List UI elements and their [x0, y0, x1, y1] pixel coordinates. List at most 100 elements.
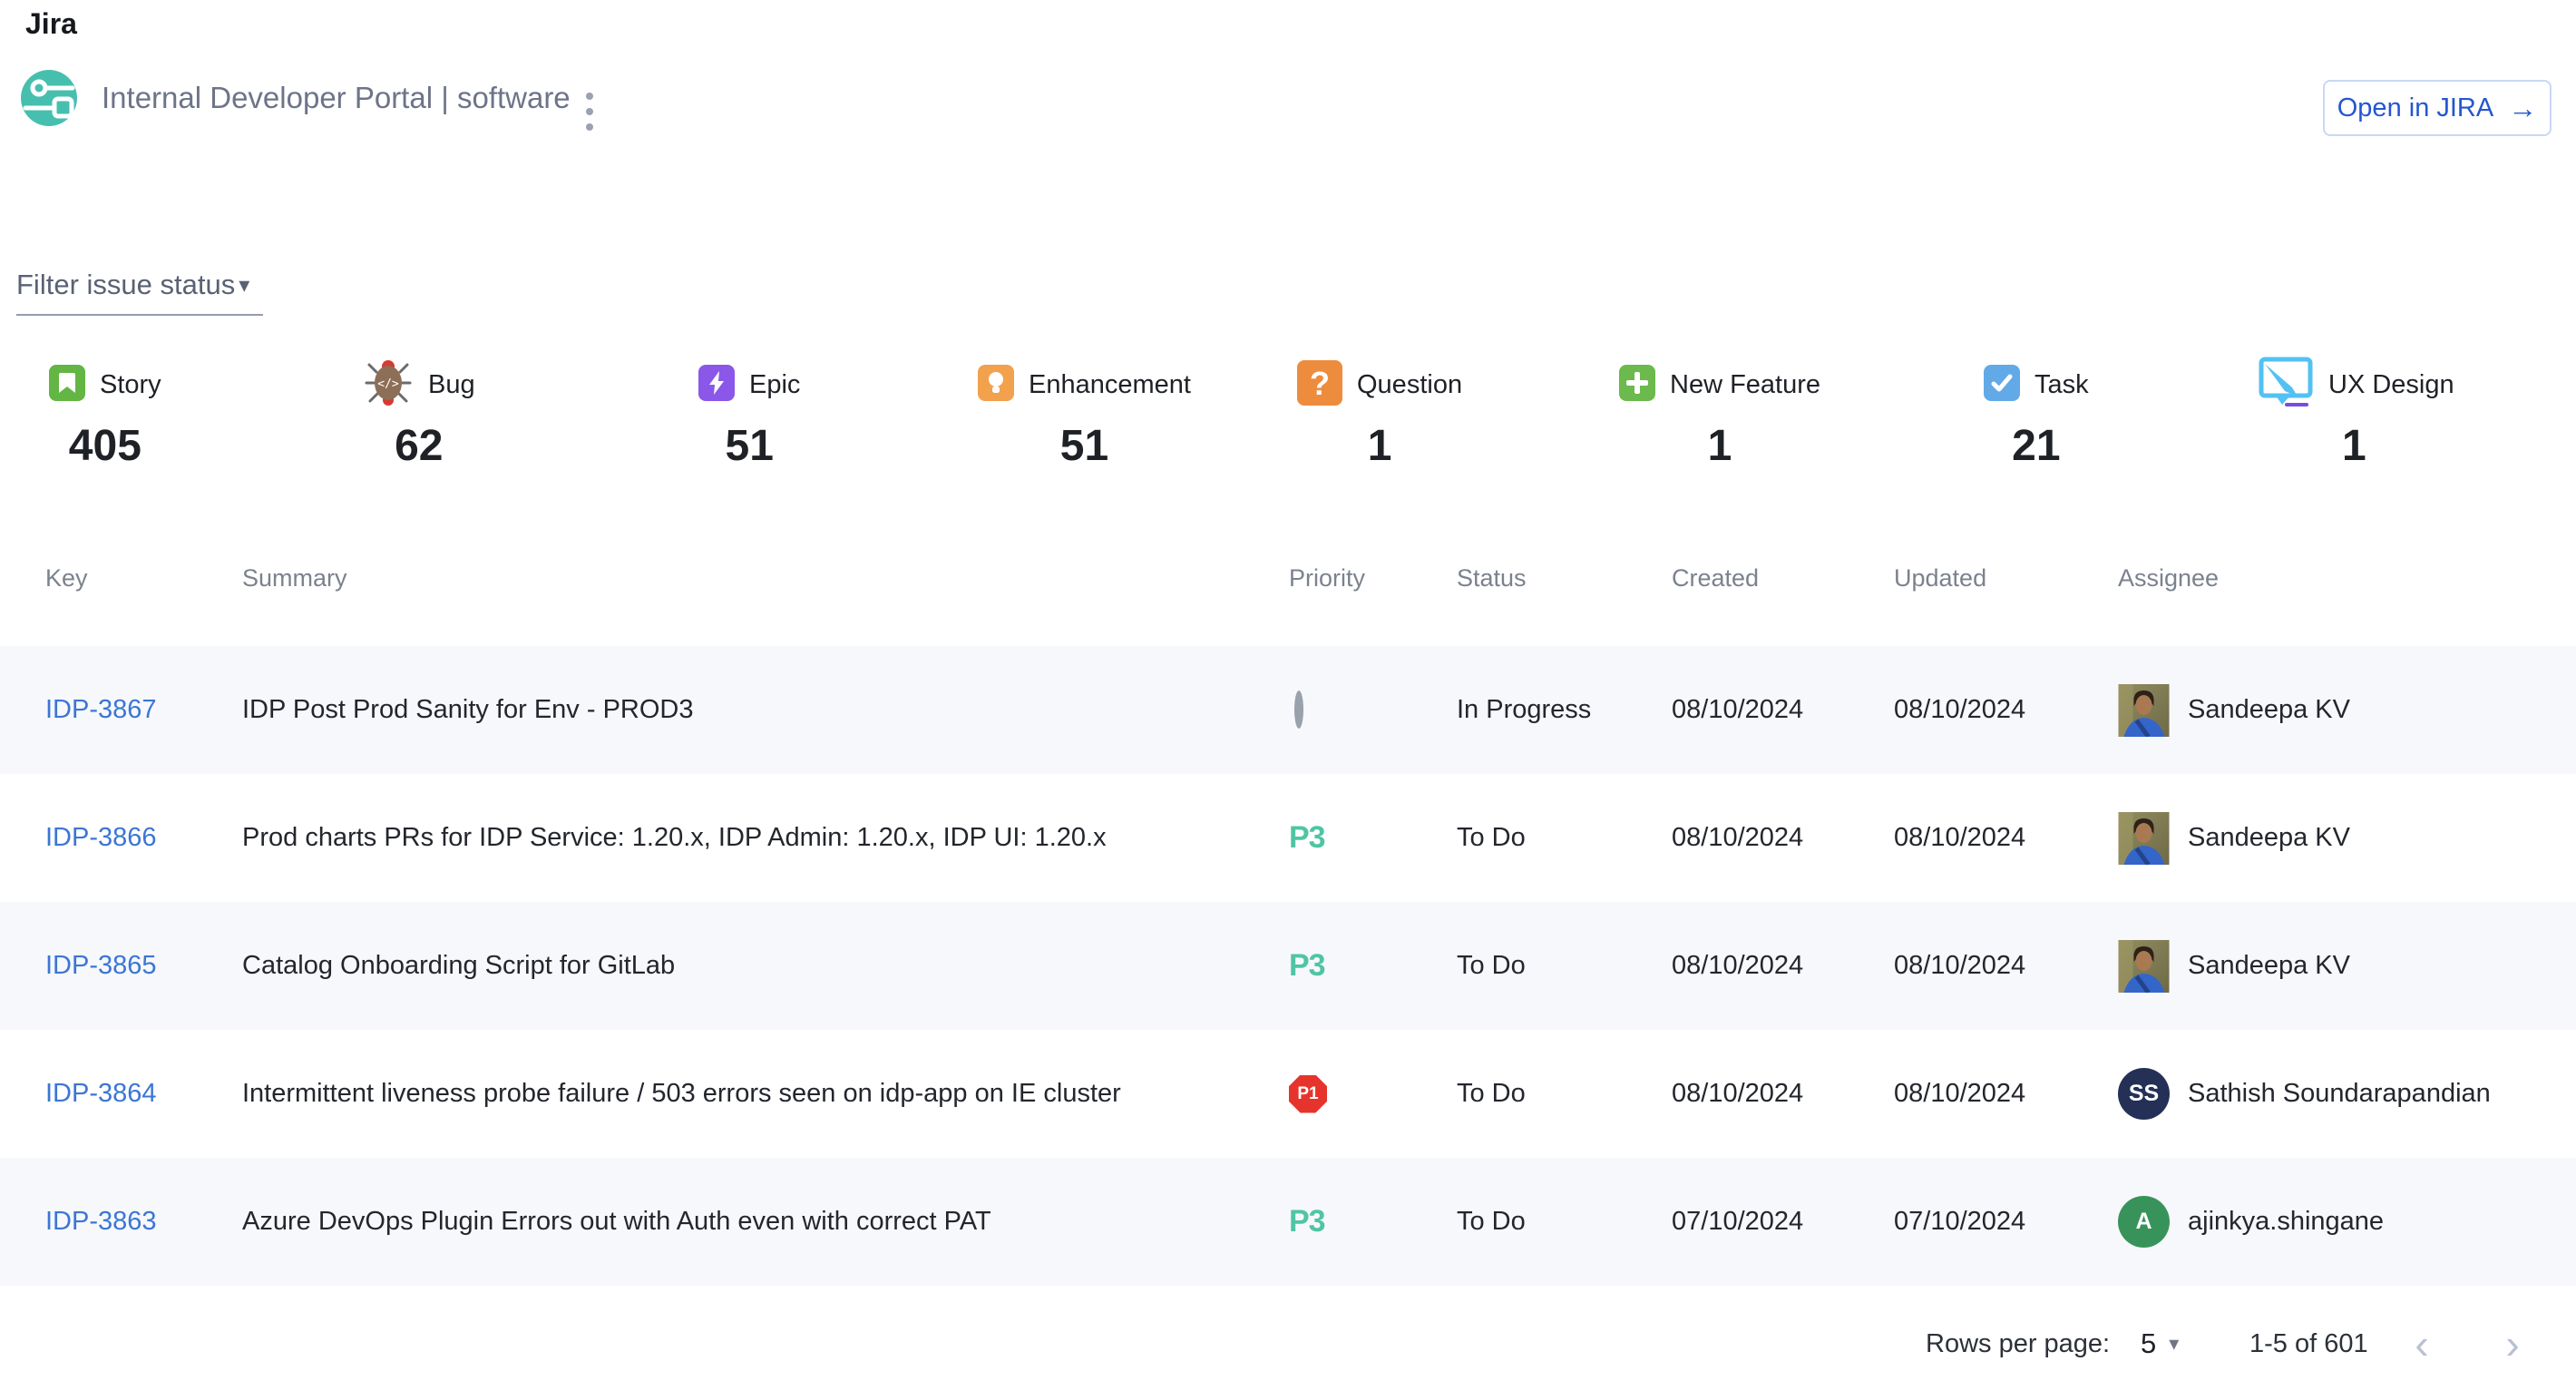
story-icon	[49, 365, 85, 406]
enhancement-icon	[978, 365, 1014, 406]
priority-p1-badge: P1	[1289, 1075, 1327, 1113]
epic-icon	[698, 365, 735, 406]
project-title: Internal Developer Portal | software	[102, 69, 571, 127]
task-icon	[1984, 365, 2020, 406]
issue-summary: Catalog Onboarding Script for GitLab	[242, 951, 1289, 981]
column-header-key: Key	[45, 564, 242, 593]
stat-count: 21	[1984, 421, 2089, 471]
issue-summary: Intermittent liveness probe failure / 50…	[242, 1079, 1289, 1109]
open-in-jira-button[interactable]: Open in JIRA →	[2323, 80, 2552, 136]
stat-count: 51	[978, 421, 1191, 471]
stat-label: Epic	[749, 370, 800, 400]
stat-label: Story	[100, 370, 161, 400]
issue-updated-date: 08/10/2024	[1894, 951, 2118, 981]
priority-p3-badge: P3	[1289, 1204, 1325, 1239]
issue-status: To Do	[1457, 1207, 1672, 1237]
pagination-range: 1-5 of 601	[2249, 1314, 2368, 1374]
stat-card-ux-design[interactable]: UX Design 1	[2254, 356, 2454, 471]
filter-issue-status-dropdown[interactable]: Filter issue status ▾	[16, 269, 263, 316]
column-header-summary: Summary	[242, 564, 1289, 593]
stat-card-question[interactable]: ? Question 1	[1297, 356, 1462, 471]
assignee-name: ajinkya.shingane	[2188, 1207, 2384, 1237]
stat-count: 1	[1619, 421, 1820, 471]
svg-text:?: ?	[1310, 365, 1330, 402]
column-header-status: Status	[1457, 564, 1672, 593]
stat-count: 1	[2254, 421, 2454, 471]
stat-card-bug[interactable]: </> Bug 62	[363, 356, 475, 471]
open-in-jira-label: Open in JIRA	[2337, 93, 2493, 123]
stat-card-epic[interactable]: Epic 51	[698, 356, 800, 471]
previous-page-button[interactable]: ‹	[2399, 1314, 2444, 1374]
chevron-down-icon: ▾	[239, 272, 249, 299]
stat-count: 405	[49, 421, 161, 471]
issue-key-link[interactable]: IDP-3866	[45, 823, 242, 853]
stat-label: Enhancement	[1029, 370, 1191, 400]
column-header-updated: Updated	[1894, 564, 2118, 593]
page-title: Jira	[25, 7, 77, 41]
avatar	[2118, 684, 2170, 737]
table-row[interactable]: IDP-3864 Intermittent liveness probe fai…	[0, 1030, 2576, 1158]
issue-created-date: 08/10/2024	[1672, 951, 1894, 981]
issue-created-date: 07/10/2024	[1672, 1207, 1894, 1237]
priority-p3-badge: P3	[1289, 948, 1325, 983]
table-row[interactable]: IDP-3863 Azure DevOps Plugin Errors out …	[0, 1158, 2576, 1286]
issue-updated-date: 08/10/2024	[1894, 1079, 2118, 1109]
stat-card-story[interactable]: Story 405	[49, 356, 161, 471]
stat-card-task[interactable]: Task 21	[1984, 356, 2089, 471]
issue-updated-date: 08/10/2024	[1894, 823, 2118, 853]
stat-label: Question	[1357, 370, 1462, 400]
issue-status: To Do	[1457, 1079, 1672, 1109]
issue-summary: IDP Post Prod Sanity for Env - PROD3	[242, 695, 1289, 725]
issue-type-stats: Story 405 </> Bug 62	[0, 356, 2576, 483]
assignee-name: Sathish Soundarapandian	[2188, 1079, 2491, 1109]
table-row[interactable]: IDP-3867 IDP Post Prod Sanity for Env - …	[0, 646, 2576, 774]
rows-per-page-select[interactable]: 5 ▾	[2141, 1314, 2179, 1374]
bug-icon: </>	[363, 357, 414, 413]
issues-table: Key Summary Priority Status Created Upda…	[0, 544, 2576, 1286]
app-logo-icon	[20, 69, 78, 127]
table-row[interactable]: IDP-3866 Prod charts PRs for IDP Service…	[0, 774, 2576, 902]
issue-updated-date: 08/10/2024	[1894, 695, 2118, 725]
avatar	[2118, 812, 2170, 865]
issue-status: To Do	[1457, 823, 1672, 853]
priority-p3-badge: P3	[1289, 820, 1325, 855]
stat-label: Task	[2034, 370, 2089, 400]
stat-label: Bug	[428, 370, 475, 400]
avatar: SS	[2118, 1068, 2170, 1120]
table-header-row: Key Summary Priority Status Created Upda…	[0, 544, 2576, 646]
avatar: A	[2118, 1196, 2170, 1248]
question-icon: ?	[1297, 360, 1342, 410]
stat-label: UX Design	[2328, 370, 2454, 400]
new-feature-icon	[1619, 365, 1655, 406]
avatar-initials: SS	[2129, 1081, 2159, 1107]
issue-status: In Progress	[1457, 695, 1672, 725]
stat-count: 62	[363, 421, 475, 471]
stat-count: 51	[698, 421, 800, 471]
issue-created-date: 08/10/2024	[1672, 695, 1894, 725]
issue-key-link[interactable]: IDP-3865	[45, 951, 242, 981]
issue-key-link[interactable]: IDP-3863	[45, 1207, 242, 1237]
issue-key-link[interactable]: IDP-3864	[45, 1079, 242, 1109]
kebab-menu-icon[interactable]	[582, 89, 597, 134]
column-header-created: Created	[1672, 564, 1894, 593]
priority-none-icon	[1294, 690, 1303, 729]
issue-status: To Do	[1457, 951, 1672, 981]
next-page-button[interactable]: ›	[2490, 1314, 2535, 1374]
assignee-name: Sandeepa KV	[2188, 951, 2350, 981]
arrow-right-icon: →	[2508, 93, 2537, 122]
table-row[interactable]: IDP-3865 Catalog Onboarding Script for G…	[0, 902, 2576, 1030]
issue-created-date: 08/10/2024	[1672, 823, 1894, 853]
assignee-name: Sandeepa KV	[2188, 695, 2350, 725]
ux-design-icon	[2254, 357, 2314, 414]
rows-per-page-value: 5	[2141, 1327, 2156, 1360]
svg-text:</>: </>	[377, 377, 399, 391]
filter-label: Filter issue status	[16, 269, 235, 301]
avatar-initials: A	[2135, 1209, 2152, 1235]
stat-label: New Feature	[1670, 370, 1820, 400]
issue-summary: Azure DevOps Plugin Errors out with Auth…	[242, 1207, 1289, 1237]
issue-key-link[interactable]: IDP-3867	[45, 695, 242, 725]
pagination-bar: Rows per page: 5 ▾ 1-5 of 601 ‹ ›	[0, 1314, 2576, 1374]
issue-created-date: 08/10/2024	[1672, 1079, 1894, 1109]
stat-card-new-feature[interactable]: New Feature 1	[1619, 356, 1820, 471]
stat-card-enhancement[interactable]: Enhancement 51	[978, 356, 1191, 471]
